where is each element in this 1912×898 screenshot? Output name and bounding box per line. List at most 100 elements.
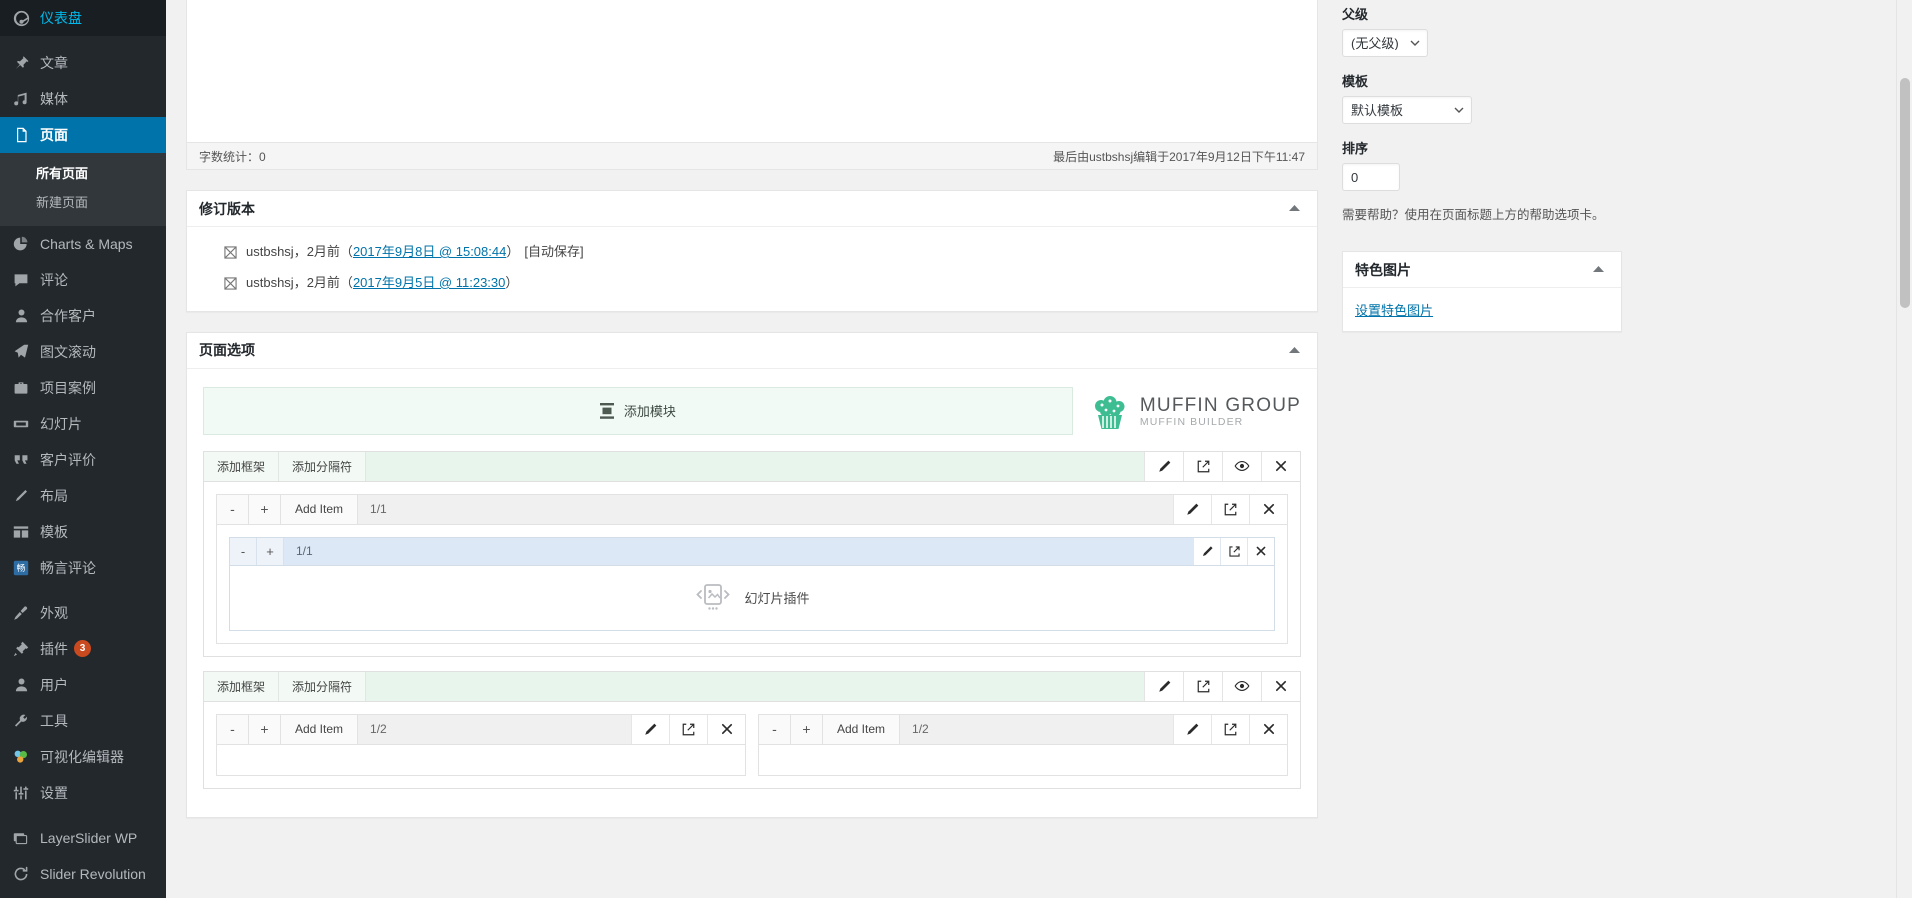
sidebar-item-pages[interactable]: 页面 — [0, 117, 174, 153]
featured-image-title: 特色图片 — [1355, 261, 1411, 278]
template-select[interactable]: 默认模板 — [1342, 96, 1472, 124]
item-expand-button[interactable]: + — [791, 714, 823, 744]
page-scrollbar[interactable] — [1896, 0, 1912, 898]
delete-close-icon[interactable] — [1261, 671, 1300, 701]
sidebar-item-comments[interactable]: 评论 — [0, 262, 166, 298]
muffin-builder-body: 添加模块 MUFFIN GROUP MUFFIN BUILDER 添加框架 添加… — [187, 369, 1317, 817]
two-column-row: - + Add Item 1/2 - + Add Item 1/2 — [216, 713, 1288, 776]
clone-export-icon[interactable] — [669, 714, 707, 744]
delete-close-icon[interactable] — [707, 714, 745, 744]
edit-pencil-icon[interactable] — [1173, 714, 1211, 744]
page-options-header: 页面选项 — [187, 333, 1317, 369]
sidebar-item-posts[interactable]: 文章 — [0, 45, 166, 81]
module-expand-button[interactable]: + — [257, 537, 284, 565]
item-collapse-button[interactable]: - — [217, 494, 249, 524]
item-inner — [759, 744, 1287, 775]
sidebar-item-layout[interactable]: 布局 — [0, 478, 166, 514]
add-divider-button[interactable]: 添加分隔符 — [279, 671, 367, 701]
edit-pencil-icon[interactable] — [1144, 451, 1183, 481]
clone-export-icon[interactable] — [1220, 537, 1247, 565]
sidebar-item-media[interactable]: 媒体 — [0, 81, 166, 117]
edit-pencil-icon[interactable] — [631, 714, 669, 744]
sidebar-item-label: Charts & Maps — [40, 235, 133, 252]
revision-link[interactable]: 2017年9月8日 @ 15:08:44 — [353, 242, 506, 263]
sidebar-item-tools[interactable]: 工具 — [0, 703, 166, 739]
submenu-item-all-pages[interactable]: 所有页面 — [0, 160, 166, 189]
sidebar-item-label: 用户 — [40, 676, 68, 693]
item-ratio-label: 1/1 — [358, 494, 1173, 524]
sidebar-item-scroll[interactable]: 图文滚动 — [0, 334, 166, 370]
sidebar-item-settings[interactable]: 设置 — [0, 775, 166, 811]
preview-eye-icon[interactable] — [1222, 451, 1261, 481]
add-item-button[interactable]: Add Item — [823, 714, 901, 744]
order-input[interactable] — [1342, 163, 1400, 191]
add-wrapper-button[interactable]: 添加框架 — [204, 671, 280, 701]
clone-export-icon[interactable] — [1183, 671, 1222, 701]
edit-pencil-icon[interactable] — [1173, 494, 1211, 524]
sidebar-item-slides[interactable]: 幻灯片 — [0, 406, 166, 442]
item-collapse-button[interactable]: - — [759, 714, 791, 744]
sidebar-item-portfolio[interactable]: 项目案例 — [0, 370, 166, 406]
muffin-logo-line2: MUFFIN BUILDER — [1139, 416, 1244, 429]
clone-export-icon[interactable] — [1183, 451, 1222, 481]
add-divider-button[interactable]: 添加分隔符 — [279, 451, 367, 481]
delete-close-icon[interactable] — [1249, 714, 1287, 744]
menu-separator — [0, 586, 166, 595]
item-expand-button[interactable]: + — [249, 494, 281, 524]
plugins-update-badge: 3 — [74, 640, 91, 658]
item-inner: - + 1/1 幻灯片插件 — [217, 524, 1287, 643]
revision-icon — [223, 276, 237, 290]
sidebar-item-layerslider[interactable]: LayerSlider WP — [0, 820, 166, 856]
add-module-button[interactable]: 添加模块 — [203, 386, 1073, 435]
sidebar-item-changyan[interactable]: 畅 畅言评论 — [0, 550, 166, 586]
add-item-button[interactable]: Add Item — [281, 714, 359, 744]
edit-pencil-icon[interactable] — [1144, 671, 1183, 701]
delete-close-icon[interactable] — [1261, 451, 1300, 481]
preview-eye-icon[interactable] — [1222, 671, 1261, 701]
users-icon — [11, 675, 31, 695]
clone-export-icon[interactable] — [1211, 494, 1249, 524]
chevron-up-icon[interactable] — [1283, 339, 1305, 361]
sidebar-item-users[interactable]: 用户 — [0, 667, 166, 703]
pencil-icon — [11, 486, 31, 506]
wrapper-drag-area[interactable] — [366, 451, 1144, 481]
add-wrapper-button[interactable]: 添加框架 — [204, 451, 280, 481]
chevron-up-icon[interactable] — [1587, 259, 1609, 281]
sidebar-item-label: 媒体 — [40, 91, 68, 107]
set-featured-image-link[interactable]: 设置特色图片 — [1355, 303, 1433, 318]
submenu-item-new-page[interactable]: 新建页面 — [0, 189, 166, 218]
delete-close-icon[interactable] — [1247, 537, 1274, 565]
parent-select-wrap: (无父级) — [1342, 29, 1428, 57]
sidebar-item-plugins[interactable]: 插件 3 — [0, 631, 166, 667]
module-collapse-button[interactable]: - — [230, 537, 257, 565]
revisions-panel: 修订版本 ustbshsj ，2月前（ 2017年9月8日 @ 15:08:44… — [186, 190, 1318, 312]
sidebar-item-appearance[interactable]: 外观 — [0, 595, 166, 631]
add-item-button[interactable]: Add Item — [281, 494, 359, 524]
revision-link[interactable]: 2017年9月5日 @ 11:23:30 — [353, 273, 505, 294]
sidebar-item-label: 评论 — [40, 271, 68, 288]
module-body[interactable]: 幻灯片插件 — [230, 565, 1274, 630]
delete-close-icon[interactable] — [1249, 494, 1287, 524]
sidebar-item-templates[interactable]: 模板 — [0, 514, 166, 550]
sidebar-item-slider-revolution[interactable]: Slider Revolution — [0, 856, 166, 892]
sidebar-item-charts-maps[interactable]: Charts & Maps — [0, 226, 166, 262]
sidebar-item-visual-editor[interactable]: 可视化编辑器 — [0, 739, 166, 775]
edit-pencil-icon[interactable] — [1193, 537, 1220, 565]
item-ratio-label: 1/2 — [358, 714, 631, 744]
clone-export-icon[interactable] — [1211, 714, 1249, 744]
wrapper-drag-area[interactable] — [366, 671, 1144, 701]
comment-icon — [11, 270, 31, 290]
portfolio-icon — [11, 378, 31, 398]
wrench-icon — [11, 711, 31, 731]
parent-select[interactable]: (无父级) — [1342, 29, 1428, 57]
sidebar-item-testimonials[interactable]: 客户评价 — [0, 442, 166, 478]
media-icon — [11, 89, 31, 109]
chevron-up-icon[interactable] — [1283, 198, 1305, 220]
sidebar-item-dashboard[interactable]: 仪表盘 — [0, 0, 166, 36]
order-field: 排序 — [1342, 138, 1622, 191]
item-collapse-button[interactable]: - — [217, 714, 249, 744]
scrollbar-thumb[interactable] — [1900, 78, 1910, 308]
editor-canvas[interactable] — [187, 0, 1317, 142]
sidebar-item-clients[interactable]: 合作客户 — [0, 298, 166, 334]
item-expand-button[interactable]: + — [249, 714, 281, 744]
